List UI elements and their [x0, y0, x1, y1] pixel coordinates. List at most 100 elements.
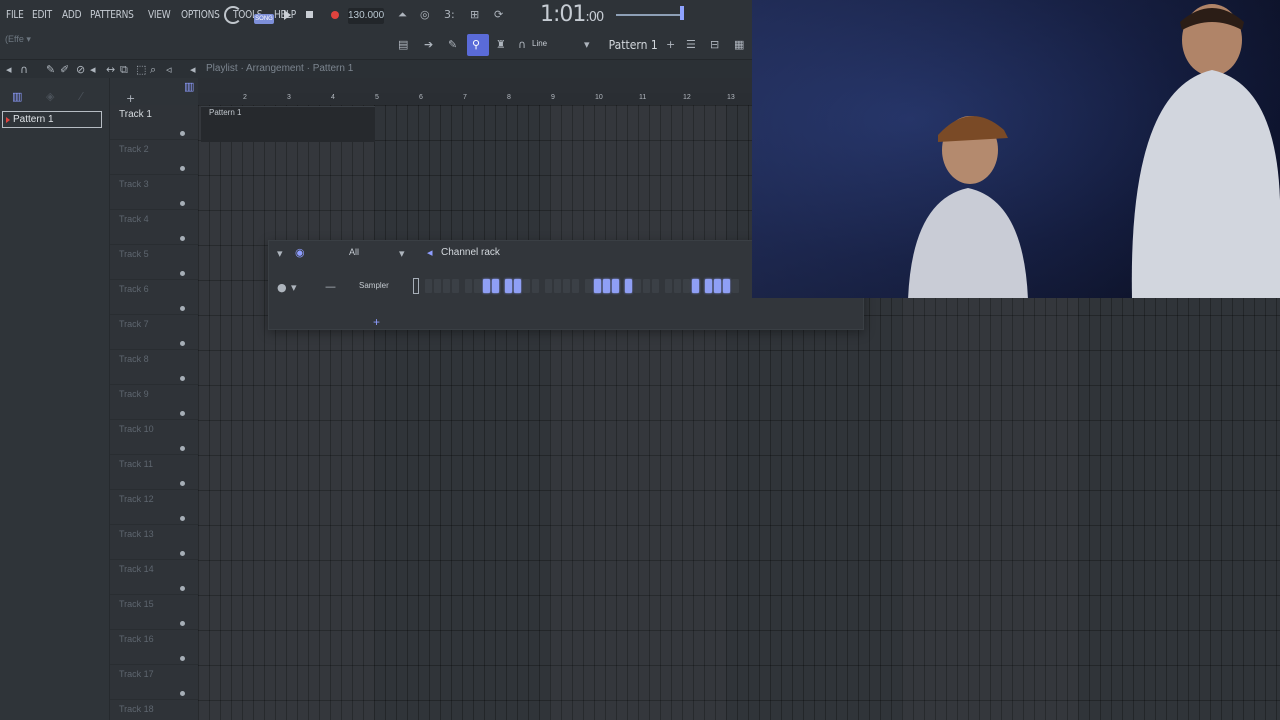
tempo-display[interactable]: 130.000 [348, 8, 384, 24]
pattern-picker-icon[interactable]: ▥ [12, 90, 22, 103]
track-mute-icon[interactable] [180, 551, 185, 556]
step-button[interactable] [692, 279, 699, 293]
track-header[interactable]: Track 1 [110, 105, 198, 140]
step-button[interactable] [674, 279, 681, 293]
pencil-icon[interactable]: ✎ [46, 63, 55, 76]
stop-icon[interactable] [306, 11, 313, 18]
step-button[interactable] [563, 279, 570, 293]
countdown-icon[interactable]: 3: [444, 8, 455, 21]
magnet-snap-icon[interactable]: ∩ [20, 63, 28, 76]
channel-led-icon[interactable]: ● [277, 281, 287, 294]
track-header[interactable]: Track 18 [110, 700, 198, 720]
automation-picker-icon[interactable]: ⁄ [80, 90, 82, 103]
track-header[interactable]: Track 12 [110, 490, 198, 525]
select-icon[interactable]: ⬚ [136, 63, 146, 76]
menu-item-view[interactable]: VIEW [148, 8, 171, 21]
step-button[interactable] [505, 279, 512, 293]
step-button[interactable] [532, 279, 539, 293]
loop-record-icon[interactable]: ⟳ [494, 8, 503, 21]
step-button[interactable] [585, 279, 592, 293]
channel-select-box[interactable] [413, 278, 419, 294]
step-button[interactable] [643, 279, 650, 293]
track-mute-icon[interactable] [180, 656, 185, 661]
step-button[interactable] [612, 279, 619, 293]
pattern-view-icon[interactable]: ▥ [184, 80, 194, 93]
track-header[interactable]: Track 10 [110, 420, 198, 455]
mixer-icon[interactable]: ⊟ [710, 38, 719, 51]
track-mute-icon[interactable] [180, 201, 185, 206]
metronome-icon[interactable]: ⏶ [398, 8, 407, 22]
record-icon[interactable] [331, 11, 339, 19]
play-icon[interactable] [284, 10, 291, 20]
menu-item-add[interactable]: ADD [62, 8, 82, 21]
step-button[interactable] [514, 279, 521, 293]
timeline-ruler[interactable]: 2 3 4 5 6 7 8 9 10 11 12 13 [198, 93, 752, 105]
track-header[interactable]: Track 4 [110, 210, 198, 245]
step-button[interactable] [625, 279, 632, 293]
master-volume-slider[interactable] [616, 14, 684, 16]
track-header[interactable]: Track 6 [110, 280, 198, 315]
collapse-icon[interactable]: ▾ [277, 247, 283, 260]
channel-pan-icon[interactable]: ▾ [291, 281, 297, 294]
step-button[interactable] [434, 279, 441, 293]
stamp-icon[interactable]: ♜ [496, 38, 506, 51]
track-header[interactable]: Track 5 [110, 245, 198, 280]
track-mute-icon[interactable] [180, 481, 185, 486]
track-header[interactable]: Track 3 [110, 175, 198, 210]
step-button[interactable] [492, 279, 499, 293]
step-button[interactable] [705, 279, 712, 293]
track-header[interactable]: Track 7 [110, 315, 198, 350]
swing-icon[interactable]: ◉ [295, 246, 305, 259]
step-button[interactable] [652, 279, 659, 293]
draw-icon[interactable]: ✎ [448, 38, 457, 51]
track-header[interactable]: Track 9 [110, 385, 198, 420]
menu-arrow-icon[interactable]: ◂ [6, 63, 12, 76]
mute-icon[interactable]: ◂ [90, 63, 96, 76]
step-button[interactable] [572, 279, 579, 293]
step-button[interactable] [523, 279, 530, 293]
step-edit-icon[interactable]: ⊞ [470, 8, 479, 21]
slice-icon[interactable]: ⧉ [120, 63, 128, 77]
step-button[interactable] [603, 279, 610, 293]
track-header[interactable]: Track 8 [110, 350, 198, 385]
track-mute-icon[interactable] [180, 516, 185, 521]
step-button[interactable] [554, 279, 561, 293]
add-track-icon[interactable]: + [126, 92, 135, 105]
track-mute-icon[interactable] [180, 131, 185, 136]
track-header[interactable]: Track 14 [110, 560, 198, 595]
menu-item-patterns[interactable]: PATTERNS [90, 8, 134, 21]
track-mute-icon[interactable] [180, 376, 185, 381]
master-volume-handle[interactable] [680, 6, 684, 20]
step-button[interactable] [594, 279, 601, 293]
wait-input-icon[interactable]: ◎ [420, 8, 430, 21]
track-header[interactable]: Track 13 [110, 525, 198, 560]
track-header[interactable]: Track 2 [110, 140, 198, 175]
channel-filter-select[interactable]: All [349, 247, 359, 257]
step-button[interactable] [443, 279, 450, 293]
channel-rack-icon[interactable]: ▦ [734, 38, 744, 51]
step-button[interactable] [732, 279, 739, 293]
slip-icon[interactable]: ↔ [106, 63, 115, 76]
menu-item-file[interactable]: FILE [6, 8, 24, 21]
pattern-dropdown-icon[interactable]: ▾ [584, 38, 590, 51]
step-button[interactable] [714, 279, 721, 293]
step-button[interactable] [683, 279, 690, 293]
picker-pattern-1[interactable]: Pattern 1 [2, 111, 102, 128]
step-button[interactable] [665, 279, 672, 293]
playlist-icon[interactable]: ☰ [686, 38, 696, 51]
zoom-icon[interactable]: ⌕ [150, 63, 156, 77]
song-mode-toggle[interactable]: SONG [254, 14, 274, 24]
paint-icon[interactable]: ✐ [60, 63, 69, 76]
step-button[interactable] [634, 279, 641, 293]
snap-select[interactable]: Line [532, 39, 547, 48]
piano-roll-icon[interactable]: ▤ [398, 38, 408, 51]
arrow-right-icon[interactable]: ➔ [424, 38, 433, 51]
track-mute-icon[interactable] [180, 306, 185, 311]
channel-name-button[interactable]: Sampler [359, 281, 415, 290]
menu-item-options[interactable]: OPTIONS [181, 8, 220, 21]
mixer-track-icon[interactable]: — [325, 280, 336, 293]
playback-icon[interactable]: ◃ [166, 63, 172, 76]
track-header[interactable]: Track 11 [110, 455, 198, 490]
delete-icon[interactable]: ⊘ [76, 63, 85, 76]
pattern-selector[interactable]: Pattern 1 [600, 36, 658, 54]
